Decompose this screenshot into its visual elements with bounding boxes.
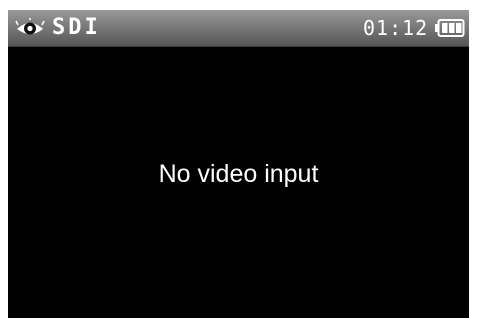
battery-cell — [442, 23, 448, 33]
device-screen: SDI 01:12 No video input — [8, 10, 469, 318]
status-bar: SDI 01:12 — [8, 10, 469, 47]
battery-icon — [435, 19, 465, 37]
battery-cell — [456, 23, 462, 33]
no-video-message: No video input — [158, 160, 319, 188]
mode-label: SDI — [52, 15, 101, 40]
clock: 01:12 — [363, 16, 429, 40]
battery-cell — [449, 23, 455, 33]
eye-icon — [15, 18, 45, 35]
